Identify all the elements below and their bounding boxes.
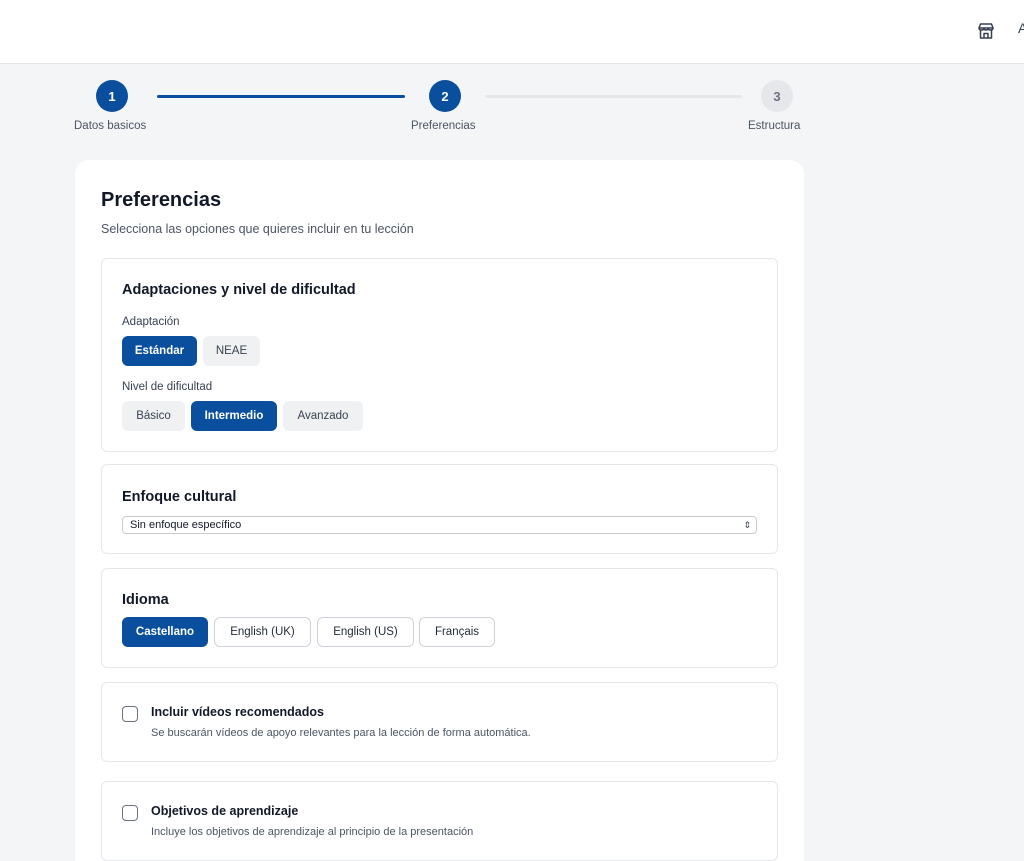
step-3-circle: 3: [761, 80, 793, 112]
videos-checkbox[interactable]: [122, 706, 138, 722]
step-3-label: Estructura: [748, 120, 801, 132]
language-option-francais[interactable]: Français: [419, 617, 495, 647]
difficulty-option-basico[interactable]: Básico: [122, 401, 185, 431]
progress-stepper: 1 Datos basicos 2 Preferencias 3 Estruct…: [0, 64, 1024, 154]
objectives-section: Objetivos de aprendizaje Incluye los obj…: [101, 781, 778, 861]
top-bar: A: [0, 0, 1024, 64]
adaptations-title: Adaptaciones y nivel de dificultad: [122, 282, 356, 298]
step-connector-1: [157, 95, 405, 98]
step-connector-2: [485, 95, 742, 98]
cultural-focus-section: Enfoque cultural Sin enfoque específico …: [101, 464, 778, 554]
language-option-english-uk[interactable]: English (UK): [214, 617, 311, 647]
preferences-card: Preferencias Selecciona las opciones que…: [75, 160, 804, 861]
page-title: Preferencias: [101, 189, 222, 211]
store-icon[interactable]: [976, 21, 996, 41]
adaptation-option-neae[interactable]: NEAE: [203, 336, 260, 366]
language-section: Idioma Castellano English (UK) English (…: [101, 568, 778, 668]
page-subtitle: Selecciona las opciones que quieres incl…: [101, 222, 414, 236]
difficulty-label: Nivel de dificultad: [122, 381, 213, 393]
objectives-checkbox[interactable]: [122, 805, 138, 821]
language-title: Idioma: [122, 592, 169, 608]
step-2-label: Preferencias: [411, 120, 476, 132]
cultural-focus-select[interactable]: Sin enfoque específico ⇕: [122, 516, 757, 534]
cultural-focus-value: Sin enfoque específico: [130, 519, 242, 531]
cultural-focus-title: Enfoque cultural: [122, 489, 237, 505]
step-2-circle: 2: [429, 80, 461, 112]
adaptations-section: Adaptaciones y nivel de dificultad Adapt…: [101, 258, 778, 452]
step-1-circle: 1: [96, 80, 128, 112]
adaptation-label: Adaptación: [122, 316, 180, 328]
objectives-description: Incluye los objetivos de aprendizaje al …: [151, 826, 474, 838]
videos-description: Se buscarán vídeos de apoyo relevantes p…: [151, 727, 531, 739]
step-1-label: Datos basicos: [74, 120, 147, 132]
difficulty-option-avanzado[interactable]: Avanzado: [283, 401, 363, 431]
language-option-english-us[interactable]: English (US): [317, 617, 414, 647]
cut-off-icon: A: [1018, 20, 1024, 36]
adaptation-option-estandar[interactable]: Estándar: [122, 336, 197, 366]
language-option-castellano[interactable]: Castellano: [122, 617, 208, 647]
updown-chevron-icon: ⇕: [743, 520, 751, 530]
videos-section: Incluir vídeos recomendados Se buscarán …: [101, 682, 778, 762]
objectives-title: Objetivos de aprendizaje: [151, 804, 299, 818]
difficulty-option-intermedio[interactable]: Intermedio: [191, 401, 277, 431]
videos-title: Incluir vídeos recomendados: [151, 705, 324, 719]
